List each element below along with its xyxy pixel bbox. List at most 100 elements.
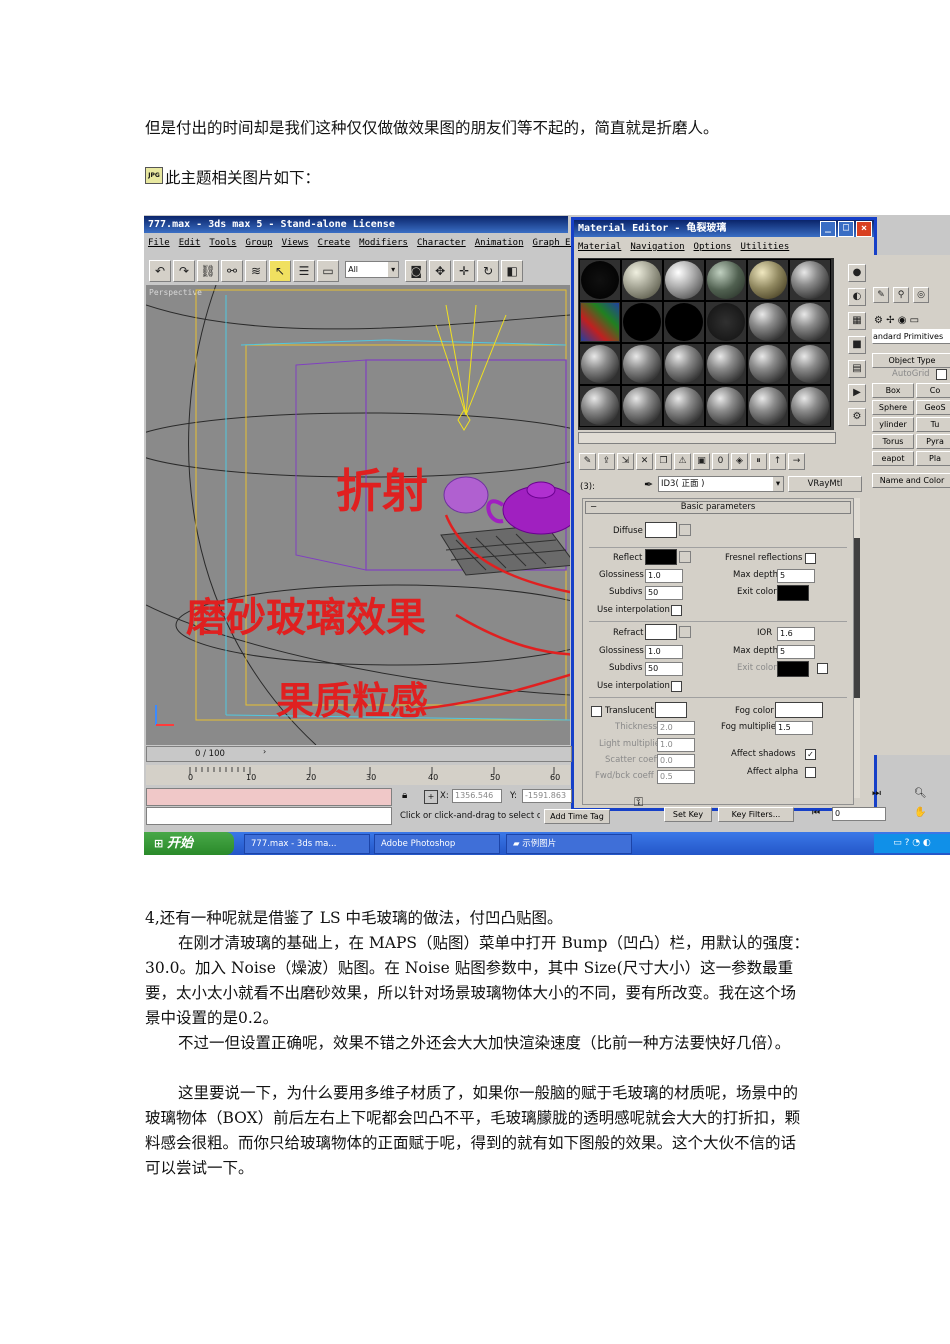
zoom-icon[interactable]: 🔍︎ xyxy=(914,788,927,799)
sample-slot[interactable] xyxy=(747,301,789,343)
show-end-icon[interactable]: ⏸ xyxy=(750,453,767,470)
reflect-exit-color-swatch[interactable] xyxy=(777,585,809,601)
plane-button[interactable]: Pla xyxy=(916,451,950,466)
rotate-icon[interactable]: ↻ xyxy=(477,260,500,282)
track-bar[interactable]: 0 10 20 30 40 50 60 xyxy=(146,765,570,785)
sample-slot[interactable] xyxy=(621,343,663,385)
hierarchy-tab-icon[interactable]: ⚲ xyxy=(893,287,909,303)
pan-icon[interactable]: ✋ xyxy=(914,807,926,818)
minimize-icon[interactable]: _ xyxy=(820,221,836,237)
material-name-field[interactable]: ID3( 正面 ) ▾ xyxy=(658,476,784,492)
menu-utilities[interactable]: Utilities xyxy=(740,242,789,252)
go-sibling-icon[interactable]: → xyxy=(788,453,805,470)
go-to-start-icon[interactable]: ⏮ xyxy=(812,808,820,818)
rollout-header[interactable]: − Basic parameters xyxy=(585,501,851,514)
refract-subdivs-spinner[interactable]: 50 xyxy=(645,662,683,676)
scale-icon[interactable]: ◧ xyxy=(501,260,524,282)
slot-scrollbar[interactable] xyxy=(578,432,836,444)
reflect-map-button[interactable] xyxy=(679,551,691,563)
maxscript-output[interactable] xyxy=(146,807,392,825)
fog-color-swatch[interactable] xyxy=(775,702,823,718)
create-tab-icon[interactable]: ✎ xyxy=(873,287,889,303)
link-icon[interactable]: ⛓ xyxy=(197,260,219,282)
library-icon[interactable]: ▣ xyxy=(693,453,710,470)
teapot-button[interactable]: eapot xyxy=(872,451,914,466)
autogrid-checkbox[interactable] xyxy=(936,369,947,380)
reflect-use-interpolation-checkbox[interactable] xyxy=(671,605,682,616)
refract-swatch[interactable] xyxy=(645,624,677,640)
effect-channel-icon[interactable]: 0 xyxy=(712,453,729,470)
sample-slot[interactable] xyxy=(789,301,831,343)
geometry-icon[interactable]: ⚙ ✢ ◉ ▭ xyxy=(874,315,919,326)
sample-type-icon[interactable]: ● xyxy=(848,264,866,282)
menu-views[interactable]: Views xyxy=(282,238,309,248)
close-icon[interactable]: × xyxy=(856,221,872,237)
y-coordinate-field[interactable]: -1591.863 xyxy=(522,789,572,803)
sample-slot[interactable] xyxy=(663,343,705,385)
copy-material-icon[interactable]: ❐ xyxy=(655,453,672,470)
unique-icon[interactable]: ⚠ xyxy=(674,453,691,470)
name-and-color-header[interactable]: Name and Color xyxy=(872,473,950,488)
region-select-icon[interactable]: ▭ xyxy=(317,260,339,282)
menu-options[interactable]: Options xyxy=(694,242,732,252)
menu-character[interactable]: Character xyxy=(417,238,466,248)
bind-icon[interactable]: ≋ xyxy=(245,260,267,282)
select-icon[interactable]: ↖ xyxy=(269,260,291,282)
tube-button[interactable]: Tu xyxy=(916,417,950,432)
refract-glossiness-spinner[interactable]: 1.0 xyxy=(645,645,683,659)
menu-material[interactable]: Material xyxy=(578,242,621,252)
sample-slot[interactable] xyxy=(747,343,789,385)
reflect-glossiness-spinner[interactable]: 1.0 xyxy=(645,569,683,583)
perspective-viewport[interactable]: Perspective 折射 磨砂玻璃效果 果质粒感 xyxy=(146,285,570,745)
fwd-bck-coeff-spinner[interactable]: 0.5 xyxy=(657,770,695,784)
pivot-icon[interactable]: ✥ xyxy=(429,260,452,282)
assign-material-icon[interactable]: ⇲ xyxy=(617,453,634,470)
refract-map-button[interactable] xyxy=(679,626,691,638)
fresnel-checkbox[interactable] xyxy=(805,553,816,564)
menu-group[interactable]: Group xyxy=(245,238,272,248)
set-key-button[interactable]: Set Key xyxy=(664,807,712,822)
motion-tab-icon[interactable]: ◎ xyxy=(913,287,929,303)
menu-file[interactable]: File xyxy=(148,238,170,248)
sample-slot[interactable] xyxy=(621,259,663,301)
jpg-file-icon[interactable]: JPG xyxy=(145,167,163,184)
menu-animation[interactable]: Animation xyxy=(475,238,524,248)
menu-create[interactable]: Create xyxy=(318,238,351,248)
cylinder-button[interactable]: ylinder xyxy=(872,417,914,432)
refract-use-interpolation-checkbox[interactable] xyxy=(671,681,682,692)
affect-shadows-checkbox[interactable]: ✓ xyxy=(805,749,816,760)
torus-button[interactable]: Torus xyxy=(872,434,914,449)
redo-icon[interactable]: ↷ xyxy=(173,260,195,282)
refract-exit-color-swatch[interactable] xyxy=(777,661,809,677)
sample-slot[interactable] xyxy=(579,301,621,343)
playback-icon[interactable]: ⏭ xyxy=(872,788,881,799)
sample-slot[interactable] xyxy=(705,301,747,343)
selection-filter-dropdown[interactable]: All ▾ xyxy=(345,261,400,278)
unlink-icon[interactable]: ⚯ xyxy=(221,260,243,282)
object-type-header[interactable]: Object Type xyxy=(872,353,950,368)
translucent-checkbox[interactable] xyxy=(591,706,602,717)
diffuse-map-button[interactable] xyxy=(679,524,691,536)
refract-max-depth-spinner[interactable]: 5 xyxy=(777,645,815,659)
pyramid-button[interactable]: Pyra xyxy=(916,434,950,449)
box-button[interactable]: Box xyxy=(872,383,914,398)
taskbar-item-sample-images[interactable]: ▰ 示例图片 xyxy=(506,834,632,854)
uv-tiling-icon[interactable]: ■ xyxy=(848,336,866,354)
menu-navigation[interactable]: Navigation xyxy=(630,242,684,252)
x-coordinate-field[interactable]: 1356.546 xyxy=(452,789,502,803)
scatter-coeff-spinner[interactable]: 0.0 xyxy=(657,754,695,768)
reflect-swatch[interactable] xyxy=(645,549,677,565)
time-slider[interactable]: 0 / 100 › xyxy=(146,746,572,762)
sample-slot[interactable] xyxy=(705,343,747,385)
sample-slot[interactable] xyxy=(621,385,663,427)
sample-slot[interactable] xyxy=(789,385,831,427)
menu-tools[interactable]: Tools xyxy=(209,238,236,248)
sample-slot[interactable] xyxy=(579,385,621,427)
select-by-name-icon[interactable]: ☰ xyxy=(293,260,315,282)
taskbar-item-photoshop[interactable]: Adobe Photoshop xyxy=(374,834,500,854)
current-frame-field[interactable]: 0 xyxy=(832,807,886,821)
get-material-icon[interactable]: ✎ xyxy=(579,453,596,470)
reflect-max-depth-spinner[interactable]: 5 xyxy=(777,569,815,583)
sample-slot[interactable] xyxy=(789,343,831,385)
go-parent-icon[interactable]: ↑ xyxy=(769,453,786,470)
